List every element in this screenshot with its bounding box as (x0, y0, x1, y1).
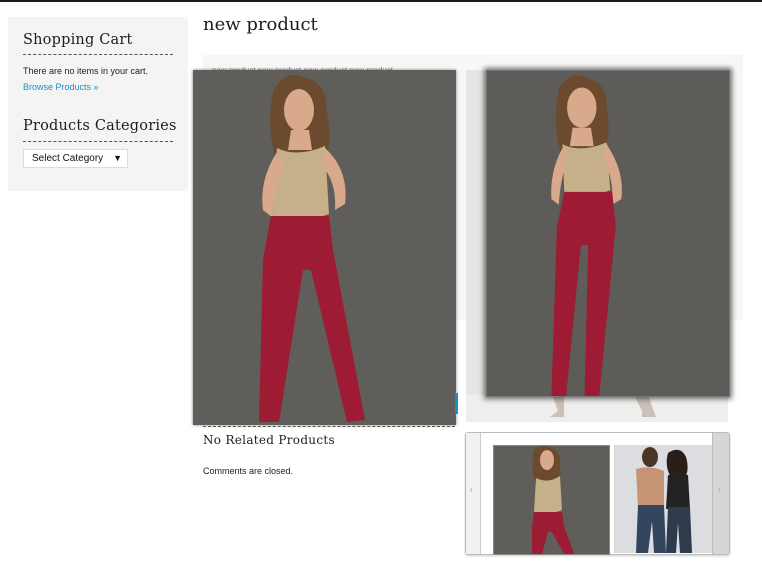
chevron-right-icon: › (718, 485, 721, 494)
page-title: new product (203, 14, 318, 35)
cart-empty-message: There are no items in your cart. (23, 66, 149, 76)
main-product-image[interactable] (193, 70, 456, 425)
divider (203, 426, 455, 427)
comments-closed-message: Comments are closed. (203, 466, 294, 476)
related-products-heading: No Related Products (203, 433, 335, 447)
zoom-lens[interactable] (486, 70, 730, 397)
category-select[interactable]: Select Category ▼ (23, 149, 128, 168)
chevron-left-icon: ‹ (470, 485, 473, 494)
sidebar: Shopping Cart There are no items in your… (8, 17, 188, 191)
shopping-cart-title: Shopping Cart (23, 32, 133, 48)
zoom-preview-lower (466, 395, 728, 422)
divider (23, 54, 173, 55)
carousel-next-button[interactable]: › (712, 433, 729, 554)
top-border (0, 0, 762, 2)
product-thumbnail[interactable] (614, 445, 714, 553)
thumbnail-carousel: ‹ › (465, 432, 730, 555)
product-thumbnail[interactable] (493, 445, 610, 555)
browse-products-link[interactable]: Browse Products » (23, 82, 99, 92)
carousel-prev-button[interactable]: ‹ (466, 433, 481, 554)
divider (23, 141, 173, 142)
category-select-value: Select Category (32, 153, 104, 164)
accent-marker (455, 393, 458, 414)
dropdown-arrow-icon: ▼ (113, 153, 122, 163)
products-categories-title: Products Categories (23, 118, 177, 134)
